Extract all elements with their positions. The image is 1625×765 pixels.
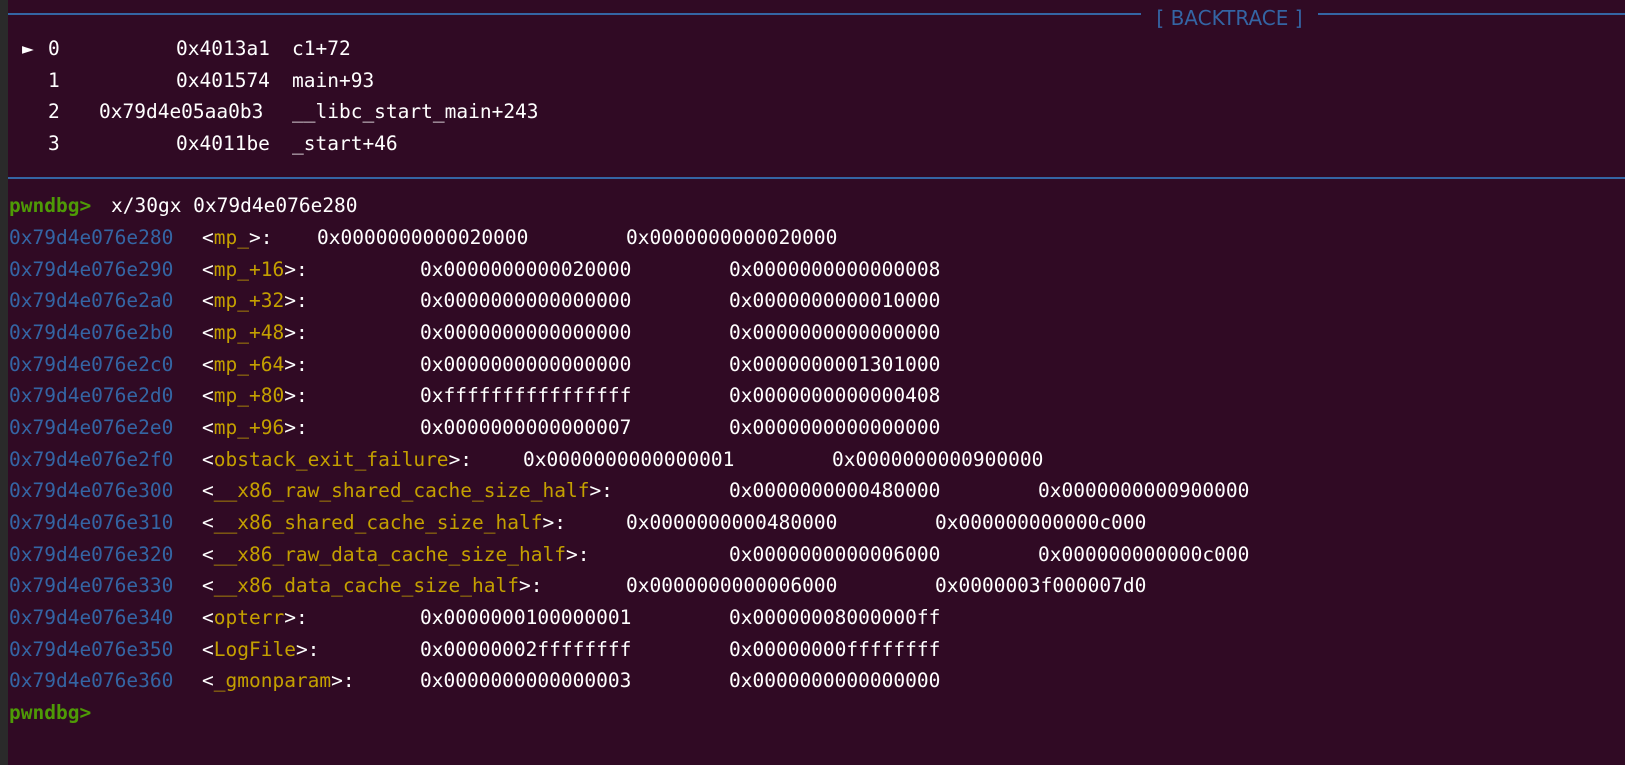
memory-address: 0x79d4e076e2a0 [9, 289, 174, 312]
section-divider [1318, 13, 1625, 15]
command-text: x/30gx 0x79d4e076e280 [111, 194, 358, 217]
memory-address: 0x79d4e076e2f0 [9, 448, 174, 471]
memory-symbol: <mp_+48>: [202, 321, 308, 344]
memory-symbol: <mp_+80>: [202, 384, 308, 407]
memory-address: 0x79d4e076e2d0 [9, 384, 174, 407]
memory-value: 0x00000000ffffffff [729, 638, 941, 661]
memory-symbol: <opterr>: [202, 606, 308, 629]
frame-index: 0 [48, 37, 60, 60]
memory-address: 0x79d4e076e310 [9, 511, 174, 534]
current-frame-arrow-icon: ► [22, 37, 34, 60]
memory-value: 0x0000000000480000 [626, 511, 838, 534]
memory-value: 0x0000000000020000 [626, 226, 838, 249]
memory-value: 0x0000000000000000 [729, 416, 941, 439]
frame-address: 0x79d4e05aa0b3 [99, 100, 264, 123]
frame-index: 2 [48, 100, 60, 123]
memory-value: 0x0000000000000008 [729, 258, 941, 281]
memory-address: 0x79d4e076e290 [9, 258, 174, 281]
memory-symbol: <_gmonparam>: [202, 669, 355, 692]
memory-value: 0x0000000000000001 [523, 448, 735, 471]
prompt: pwndbg> [9, 701, 92, 724]
section-divider [8, 177, 1625, 179]
memory-symbol: <mp_+32>: [202, 289, 308, 312]
memory-symbol: <__x86_raw_data_cache_size_half>: [202, 543, 590, 566]
memory-value: 0x0000000000000007 [420, 416, 632, 439]
memory-address: 0x79d4e076e2e0 [9, 416, 174, 439]
memory-symbol: <__x86_shared_cache_size_half>: [202, 511, 566, 534]
frame-symbol: main+93 [292, 69, 375, 92]
memory-value: 0x0000000001301000 [729, 353, 941, 376]
memory-value: 0x000000000000c000 [935, 511, 1147, 534]
memory-value: 0x0000000100000001 [420, 606, 632, 629]
memory-address: 0x79d4e076e360 [9, 669, 174, 692]
memory-value: 0x0000000000000000 [729, 669, 941, 692]
memory-value: 0x0000000000900000 [1038, 479, 1250, 502]
memory-symbol: <mp_+96>: [202, 416, 308, 439]
memory-address: 0x79d4e076e350 [9, 638, 174, 661]
memory-symbol: <mp_>: [202, 226, 273, 249]
frame-address: 0x4013a1 [176, 37, 270, 60]
memory-value: 0x000000000000c000 [1038, 543, 1250, 566]
memory-value: 0x0000000000020000 [317, 226, 529, 249]
memory-value: 0x0000000000000000 [420, 353, 632, 376]
memory-value: 0x0000000000010000 [729, 289, 941, 312]
frame-address: 0x401574 [176, 69, 270, 92]
memory-address: 0x79d4e076e280 [9, 226, 174, 249]
memory-value: 0xffffffffffffffff [420, 384, 632, 407]
memory-address: 0x79d4e076e2c0 [9, 353, 174, 376]
memory-value: 0x0000000000000003 [420, 669, 632, 692]
memory-value: 0x0000000000000000 [420, 289, 632, 312]
memory-value: 0x00000008000000ff [729, 606, 941, 629]
frame-index: 3 [48, 132, 60, 155]
memory-value: 0x0000000000020000 [420, 258, 632, 281]
memory-value: 0x0000000000900000 [832, 448, 1044, 471]
section-divider [8, 13, 1141, 15]
frame-symbol: __libc_start_main+243 [292, 100, 539, 123]
memory-symbol: <obstack_exit_failure>: [202, 448, 473, 471]
backtrace-title: [ BACKTRACE ] [1156, 6, 1303, 30]
frame-symbol: c1+72 [292, 37, 351, 60]
memory-address: 0x79d4e076e300 [9, 479, 174, 502]
prompt: pwndbg> [9, 194, 92, 217]
frame-index: 1 [48, 69, 60, 92]
memory-value: 0x0000003f000007d0 [935, 574, 1147, 597]
memory-symbol: <LogFile>: [202, 638, 320, 661]
memory-value: 0x0000000000006000 [729, 543, 941, 566]
memory-value: 0x0000000000006000 [626, 574, 838, 597]
memory-value: 0x0000000000000408 [729, 384, 941, 407]
frame-symbol: _start+46 [292, 132, 398, 155]
memory-address: 0x79d4e076e330 [9, 574, 174, 597]
memory-symbol: <__x86_raw_shared_cache_size_half>: [202, 479, 613, 502]
memory-symbol: <mp_+16>: [202, 258, 308, 281]
memory-value: 0x00000002ffffffff [420, 638, 632, 661]
memory-value: 0x0000000000480000 [729, 479, 941, 502]
memory-value: 0x0000000000000000 [420, 321, 632, 344]
frame-address: 0x4011be [176, 132, 270, 155]
window-edge [0, 0, 8, 765]
memory-symbol: <mp_+64>: [202, 353, 308, 376]
memory-value: 0x0000000000000000 [729, 321, 941, 344]
memory-address: 0x79d4e076e320 [9, 543, 174, 566]
memory-symbol: <__x86_data_cache_size_half>: [202, 574, 543, 597]
memory-address: 0x79d4e076e2b0 [9, 321, 174, 344]
memory-address: 0x79d4e076e340 [9, 606, 174, 629]
